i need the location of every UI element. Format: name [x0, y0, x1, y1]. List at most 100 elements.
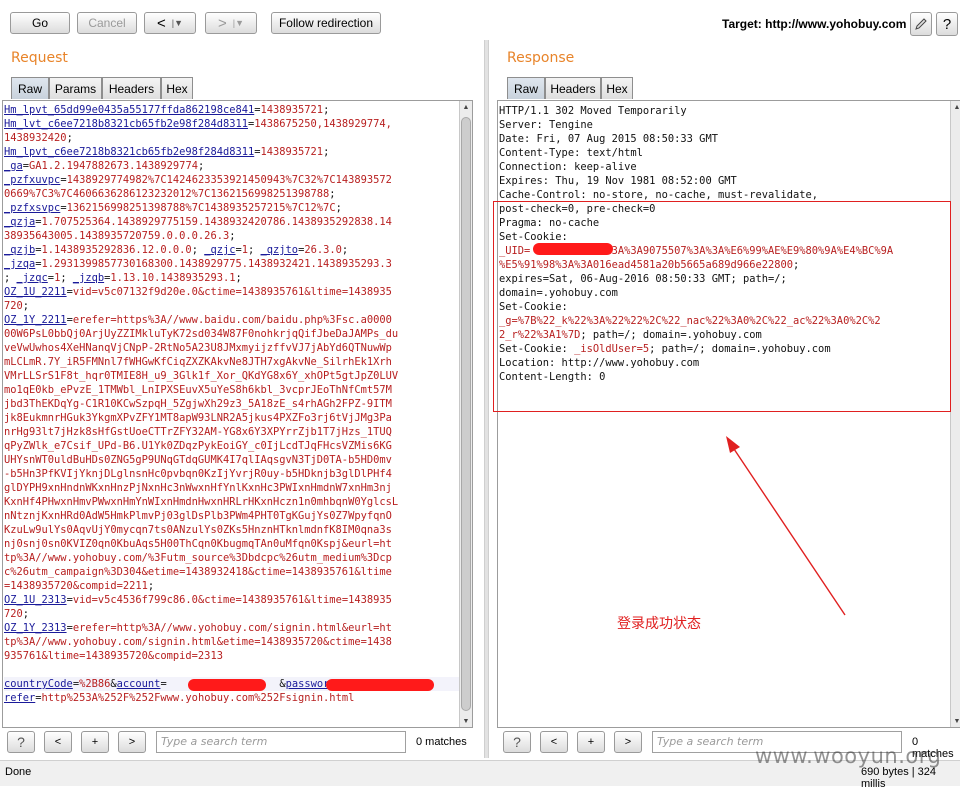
code-line: =1438935720&compid=2211; — [4, 579, 461, 593]
param-name: OZ_1Y_2211 — [4, 314, 67, 326]
param-value: http%253A%252F%252Fwww.yohobuy.com%252Fs… — [41, 692, 355, 704]
request-body-text[interactable]: Hm_lpvt_65dd99e0435a55177ffda862198ce841… — [4, 103, 461, 705]
code-text: ; — [191, 244, 205, 256]
highlight-box — [493, 201, 951, 412]
param-name: account — [116, 678, 161, 690]
help-button[interactable]: ? — [936, 12, 958, 36]
request-scrollbar[interactable]: ▲ ▼ — [459, 101, 472, 727]
response-tab-hex[interactable]: Hex — [601, 77, 633, 99]
param-value: KxnHf4PHwxnHmvPWwxnHmYnWIxnHmdnHwxnHRLrH… — [4, 496, 399, 508]
param-value: 1438935721 — [260, 104, 324, 116]
go-button[interactable]: Go — [10, 12, 70, 34]
code-line: nrHg93lt7jHzk8sHfGstUoeCTTrZFY32AM-YG8x6… — [4, 425, 461, 439]
request-tab-raw[interactable]: Raw — [11, 77, 49, 99]
response-help-button[interactable]: ? — [503, 731, 531, 753]
param-name: _qzjto — [260, 244, 299, 256]
code-line: OZ_1Y_2211=erefer=https%3A//www.baidu.co… — [4, 313, 461, 327]
scroll-down-icon[interactable]: ▼ — [460, 715, 472, 727]
code-line: 720; — [4, 607, 461, 621]
code-line: Content-Type: text/html — [499, 146, 893, 160]
code-line: VMrLLSrS1F8t_hqr0TMIE8H_u9_3Glk1f_Xor_QK… — [4, 369, 461, 383]
scroll-up-icon[interactable]: ▲ — [951, 101, 960, 113]
code-text: ; — [248, 244, 261, 256]
tab-label: Headers — [108, 81, 155, 96]
param-name: refer — [4, 692, 36, 704]
request-next-button[interactable]: > — [118, 731, 146, 753]
response-title: Response — [507, 50, 575, 66]
request-title: Request — [11, 50, 68, 66]
code-line: 0669%7C3%7C4606636286123232012%7C1362156… — [4, 187, 461, 201]
code-text: Connection: keep-alive — [499, 161, 637, 173]
code-line: qPyZWlk_e7Csif_UPd-B6.U1Yk0ZDqzPykEoiGY_… — [4, 439, 461, 453]
prev-icon: < — [54, 736, 62, 748]
request-prev-button[interactable]: < — [44, 731, 72, 753]
cancel-button[interactable]: Cancel — [77, 12, 137, 34]
code-text: ; — [22, 608, 30, 620]
code-line: HTTP/1.1 302 Moved Temporarily — [499, 104, 893, 118]
code-text: ; — [66, 132, 73, 144]
param-value: vid=v5c07132f9d20e.0&ctime=1438935761&lt… — [72, 286, 392, 298]
code-text: ; — [197, 160, 205, 172]
param-value: 935761&ltime=1438935720&compid=2313 — [4, 650, 223, 662]
scroll-up-icon[interactable]: ▲ — [460, 101, 472, 113]
param-value: tp%3A//www.yohobuy.com/%3Futm_source%3Db… — [4, 552, 392, 564]
param-value: 1438675250,1438929774, — [254, 118, 392, 130]
edit-target-button[interactable] — [910, 12, 932, 36]
response-prev-button[interactable]: < — [540, 731, 568, 753]
request-add-button[interactable]: + — [81, 731, 109, 753]
tab-label: Raw — [17, 81, 42, 96]
request-editor[interactable]: Hm_lpvt_65dd99e0435a55177ffda862198ce841… — [2, 100, 473, 728]
code-line: ; _jzqc=1; _jzqb=1.13.10.1438935293.1; — [4, 271, 461, 285]
code-text: ; — [323, 104, 330, 116]
code-text: Content-Type: text/html — [499, 147, 643, 159]
param-value: 1438929774982%7C1424623353921450943%7C32… — [66, 174, 392, 186]
param-value: 720 — [4, 608, 23, 620]
redacted-uid — [533, 243, 613, 255]
code-line: _jzqa=1.2931399857730168300.1438929775.1… — [4, 257, 461, 271]
code-line: 935761&ltime=1438935720&compid=2313 — [4, 649, 461, 663]
code-text: Cache-Control: no-store, no-cache, must-… — [499, 189, 819, 201]
response-editor[interactable]: HTTP/1.1 302 Moved Temporarily Server: Te… — [497, 100, 960, 728]
param-value: nj0snj0sn0KVIZ0qn0KbuAqs5H00ThCqn0Kbugmq… — [4, 538, 392, 550]
param-value: 1.13.10.1438935293.1 — [110, 272, 236, 284]
next-icon: > — [128, 736, 136, 748]
request-tab-params[interactable]: Params — [49, 77, 102, 99]
next-icon: > — [624, 736, 632, 748]
tab-label: Raw — [513, 81, 538, 96]
code-text: ; — [60, 272, 73, 284]
param-name: _jzqb — [72, 272, 105, 284]
response-add-button[interactable]: + — [577, 731, 605, 753]
request-search-input[interactable] — [161, 735, 401, 748]
request-scrollbar-thumb[interactable] — [461, 117, 471, 711]
forward-dropdown-icon[interactable]: |▼ — [233, 18, 244, 28]
pane-splitter[interactable] — [484, 40, 489, 758]
param-value: glDYPH9xnHndnWKxnHnzPjNxnHc3nWwxnHfYnlKx… — [4, 482, 392, 494]
code-line: tp%3A//www.yohobuy.com/signin.html&etime… — [4, 635, 461, 649]
response-tab-headers[interactable]: Headers — [545, 77, 601, 99]
request-tab-headers[interactable]: Headers — [102, 77, 161, 99]
cancel-label: Cancel — [88, 16, 126, 30]
param-value: erefer=https%3A//www.baidu.com/baidu.php… — [72, 314, 392, 326]
response-scrollbar[interactable]: ▲ ▼ — [950, 101, 960, 727]
redacted-password — [326, 679, 434, 691]
param-name: _qzjb — [4, 244, 36, 256]
scroll-down-icon[interactable]: ▼ — [951, 715, 960, 727]
param-name: _pzfxsvpc — [4, 202, 61, 214]
param-value: VMrLLSrS1F8t_hqr0TMIE8H_u9_3Glk1f_Xor_QK… — [4, 370, 399, 382]
request-help-button[interactable]: ? — [7, 731, 35, 753]
param-name: Hm_lpvt_65dd99e0435a55177ffda862198ce841 — [4, 104, 255, 116]
response-next-button[interactable]: > — [614, 731, 642, 753]
code-line: 00W6PsL0bbQj0ArjUyZZIMkluTyK72sd034W87F0… — [4, 327, 461, 341]
param-value: qPyZWlk_e7Csif_UPd-B6.U1Yk0ZDqzPykEoiGY_… — [4, 440, 392, 452]
watermark: www.wooyun.org — [755, 744, 942, 768]
response-tab-raw[interactable]: Raw — [507, 77, 545, 99]
go-label: Go — [31, 16, 48, 30]
request-tab-hex[interactable]: Hex — [161, 77, 193, 99]
back-dropdown-icon[interactable]: |▼ — [172, 18, 183, 28]
follow-redirection-button[interactable]: Follow redirection — [271, 12, 381, 34]
code-line: UHYsnWT0uldBuHDs0ZNG5gP9UNqGTdqGUMK4I7ql… — [4, 453, 461, 467]
forward-button[interactable]: > |▼ — [205, 12, 257, 34]
param-name: countryCode — [4, 678, 73, 690]
param-value: nNtznjKxnHRd0AdW5HmkPlmvPj03glDsPlb3PWm4… — [4, 510, 392, 522]
back-button[interactable]: < |▼ — [144, 12, 196, 34]
